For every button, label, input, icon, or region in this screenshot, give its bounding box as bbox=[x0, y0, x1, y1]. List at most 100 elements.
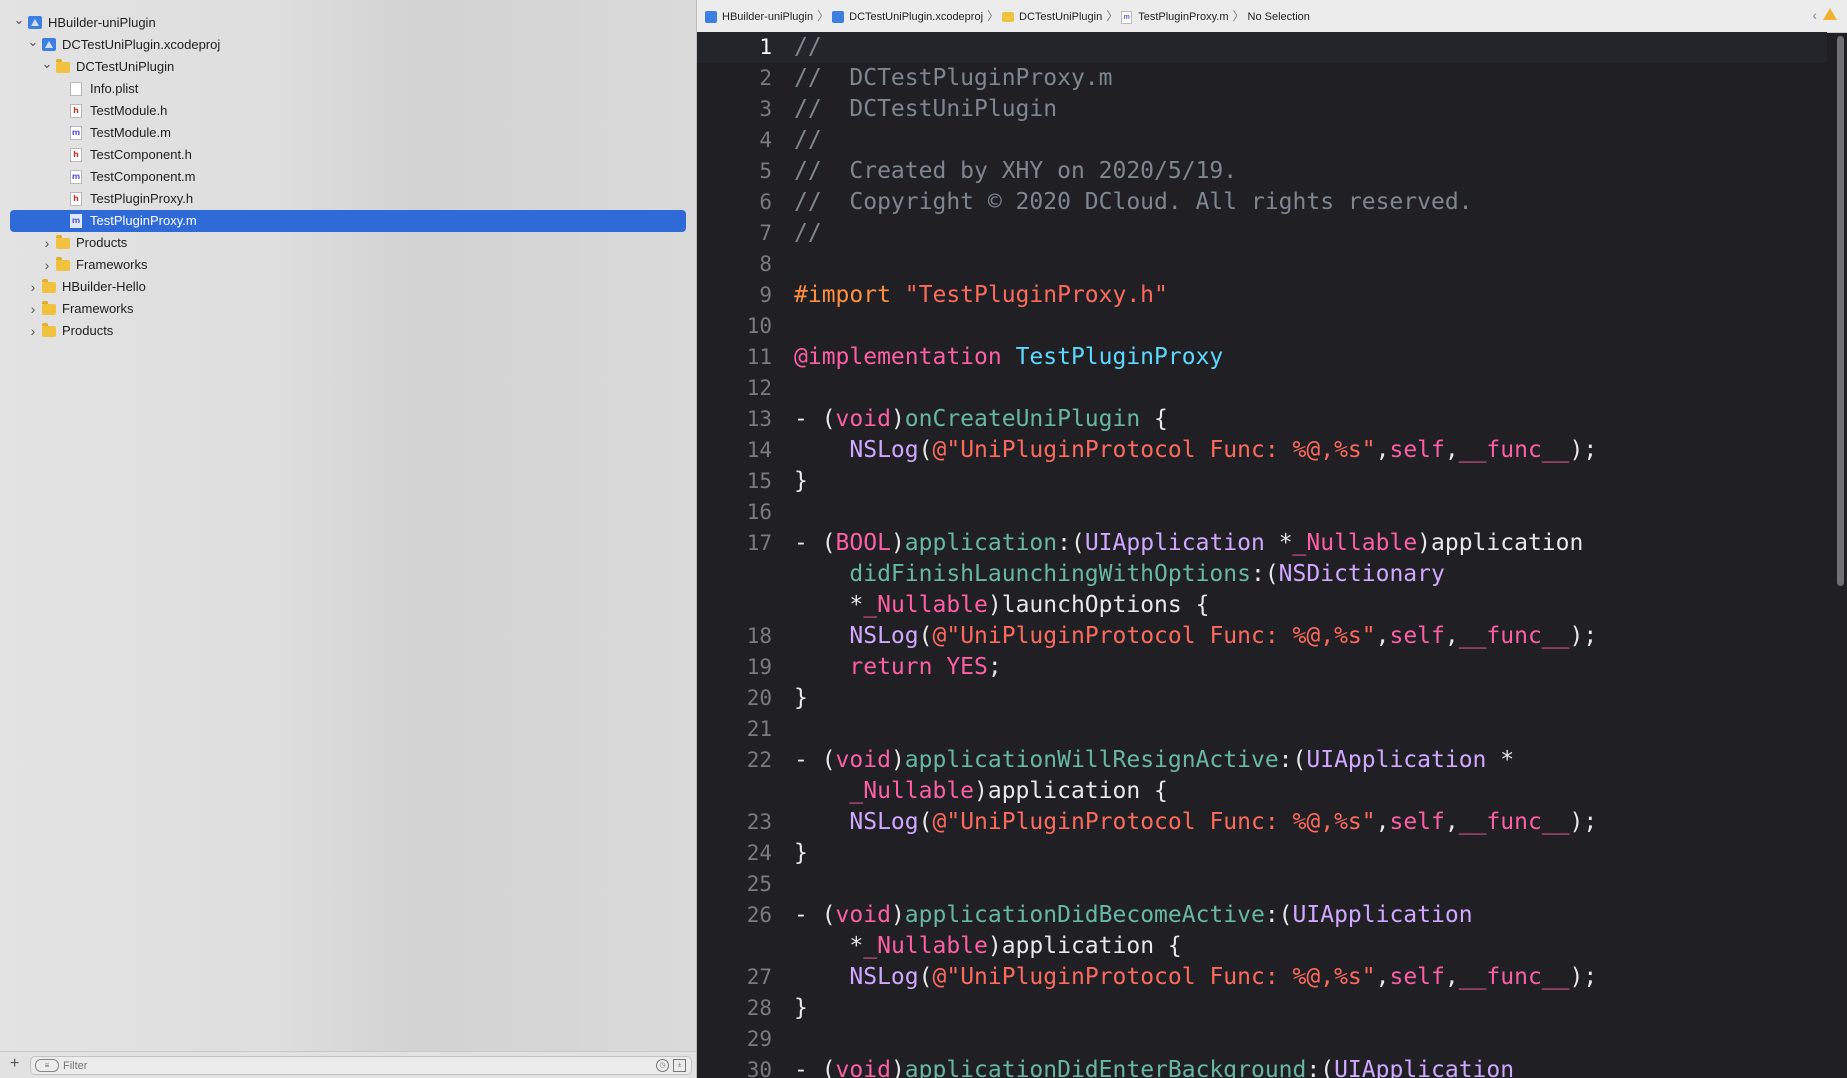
code-line[interactable]: 8 bbox=[697, 249, 1827, 280]
code-line[interactable]: 11 @implementation TestPluginProxy bbox=[697, 342, 1827, 373]
line-number[interactable]: 19 bbox=[697, 652, 772, 683]
line-number[interactable]: 18 bbox=[697, 621, 772, 652]
line-number[interactable]: 15 bbox=[697, 466, 772, 497]
chevron-right-icon[interactable]: › bbox=[26, 320, 40, 342]
navigator-item[interactable]: › Products bbox=[0, 232, 696, 254]
breadcrumb-item[interactable]: DCTestUniPlugin.xcodeproj bbox=[832, 1, 983, 33]
code-line[interactable]: 21 bbox=[697, 714, 1827, 745]
filter-input[interactable] bbox=[63, 1057, 623, 1074]
navigator-item[interactable]: ⌄ DCTestUniPlugin.xcodeproj bbox=[0, 34, 696, 56]
navigator-item[interactable]: ⌄ DCTestUniPlugin bbox=[0, 56, 696, 78]
warning-icon[interactable] bbox=[1823, 8, 1837, 20]
code-line[interactable]: 3 // DCTestUniPlugin bbox=[697, 94, 1827, 125]
filter-field[interactable]: ≡ ◷ ± bbox=[30, 1056, 692, 1075]
code-line[interactable]: 14 NSLog(@"UniPluginProtocol Func: %@,%s… bbox=[697, 435, 1827, 466]
chevron-right-icon[interactable]: › bbox=[26, 276, 40, 298]
code-line[interactable]: 25 bbox=[697, 869, 1827, 900]
chevron-right-icon[interactable]: › bbox=[40, 232, 54, 254]
code-line[interactable]: *_Nullable)application { bbox=[697, 931, 1827, 962]
line-number[interactable]: 17 bbox=[697, 528, 772, 559]
code-line[interactable]: 26 - (void)applicationDidBecomeActive:(UI… bbox=[697, 900, 1827, 931]
navigator-item[interactable]: Info.plist bbox=[0, 78, 696, 100]
line-number[interactable]: 7 bbox=[697, 218, 772, 249]
line-number[interactable]: 5 bbox=[697, 156, 772, 187]
navigator-item[interactable]: h TestPluginProxy.h bbox=[0, 188, 696, 210]
source-control-filter-icon[interactable]: ± bbox=[673, 1059, 686, 1072]
breadcrumb-item[interactable]: m TestPluginProxy.m bbox=[1121, 1, 1229, 33]
code-line[interactable]: 16 bbox=[697, 497, 1827, 528]
line-number[interactable]: 29 bbox=[697, 1024, 772, 1055]
filter-options-icon[interactable]: ≡ bbox=[35, 1059, 59, 1072]
navigator-item[interactable]: › Products bbox=[0, 320, 696, 342]
line-number[interactable]: 28 bbox=[697, 993, 772, 1024]
line-number[interactable]: 30 bbox=[697, 1055, 772, 1078]
line-number[interactable]: 21 bbox=[697, 714, 772, 745]
line-number[interactable]: 6 bbox=[697, 187, 772, 218]
code-line[interactable]: 20} bbox=[697, 683, 1827, 714]
line-number[interactable]: 8 bbox=[697, 249, 772, 280]
chevron-left-icon[interactable]: ‹ bbox=[1812, 7, 1817, 23]
breadcrumb-item[interactable]: HBuilder-uniPlugin bbox=[705, 1, 813, 33]
line-number[interactable]: 12 bbox=[697, 373, 772, 404]
chevron-right-icon[interactable]: › bbox=[40, 254, 54, 276]
code-line[interactable]: 22 - (void)applicationWillResignActive:(U… bbox=[697, 745, 1827, 776]
navigator-item[interactable]: › Frameworks bbox=[0, 298, 696, 320]
line-number[interactable]: 2 bbox=[697, 63, 772, 94]
code-line[interactable]: 28} bbox=[697, 993, 1827, 1024]
code-line[interactable]: *_Nullable)launchOptions { bbox=[697, 590, 1827, 621]
line-number[interactable]: 1 bbox=[697, 32, 772, 63]
navigator-item[interactable]: m TestModule.m bbox=[0, 122, 696, 144]
navigator-item[interactable]: › HBuilder-Hello bbox=[0, 276, 696, 298]
navigator-item[interactable]: m TestPluginProxy.m bbox=[0, 210, 696, 232]
line-number[interactable]: 14 bbox=[697, 435, 772, 466]
navigator-item[interactable]: h TestModule.h bbox=[0, 100, 696, 122]
line-number[interactable]: 10 bbox=[697, 311, 772, 342]
line-number[interactable]: 23 bbox=[697, 807, 772, 838]
code-line[interactable]: _Nullable)application { bbox=[697, 776, 1827, 807]
code-line[interactable]: 18 NSLog(@"UniPluginProtocol Func: %@,%s… bbox=[697, 621, 1827, 652]
line-number[interactable]: 3 bbox=[697, 94, 772, 125]
chevron-down-icon[interactable]: ⌄ bbox=[12, 12, 26, 34]
line-number[interactable]: 26 bbox=[697, 900, 772, 931]
breadcrumb-item[interactable]: DCTestUniPlugin bbox=[1002, 1, 1102, 33]
code-line[interactable]: 17- (BOOL)application:(UIApplication *_N… bbox=[697, 528, 1827, 559]
chevron-down-icon[interactable]: ⌄ bbox=[40, 56, 54, 78]
chevron-down-icon[interactable]: ⌄ bbox=[26, 34, 40, 56]
code-line[interactable]: 27 NSLog(@"UniPluginProtocol Func: %@,%s… bbox=[697, 962, 1827, 993]
line-number[interactable]: 24 bbox=[697, 838, 772, 869]
line-number[interactable]: 27 bbox=[697, 962, 772, 993]
line-number[interactable]: 16 bbox=[697, 497, 772, 528]
breadcrumb-item[interactable]: No Selection bbox=[1248, 1, 1310, 33]
code-line[interactable]: 4 // bbox=[697, 125, 1827, 156]
code-line[interactable]: 5 // Created by XHY on 2020/5/19. bbox=[697, 156, 1827, 187]
line-number[interactable]: 13 bbox=[697, 404, 772, 435]
navigator-item[interactable]: ⌄ HBuilder-uniPlugin bbox=[0, 12, 696, 34]
code-line[interactable]: 24} bbox=[697, 838, 1827, 869]
code-line[interactable]: 23 NSLog(@"UniPluginProtocol Func: %@,%s… bbox=[697, 807, 1827, 838]
code-line[interactable]: 10 bbox=[697, 311, 1827, 342]
chevron-right-icon[interactable]: › bbox=[26, 298, 40, 320]
add-file-button[interactable]: + bbox=[10, 1054, 19, 1074]
code-line[interactable]: 6 // Copyright © 2020 DCloud. All rights … bbox=[697, 187, 1827, 218]
code-line[interactable]: 7 // bbox=[697, 218, 1827, 249]
code-line[interactable]: 2 // DCTestPluginProxy.m bbox=[697, 63, 1827, 94]
line-number[interactable]: 20 bbox=[697, 683, 772, 714]
code-line[interactable]: 12 bbox=[697, 373, 1827, 404]
code-line[interactable]: 15} bbox=[697, 466, 1827, 497]
code-line[interactable]: 13 - (void)onCreateUniPlugin { bbox=[697, 404, 1827, 435]
navigator-item[interactable]: h TestComponent.h bbox=[0, 144, 696, 166]
navigator-item[interactable]: m TestComponent.m bbox=[0, 166, 696, 188]
line-number[interactable]: 11 bbox=[697, 342, 772, 373]
line-number[interactable]: 9 bbox=[697, 280, 772, 311]
recent-files-icon[interactable]: ◷ bbox=[656, 1059, 669, 1072]
line-number[interactable]: 22 bbox=[697, 745, 772, 776]
line-number[interactable]: 4 bbox=[697, 125, 772, 156]
code-line[interactable]: 19 return YES; bbox=[697, 652, 1827, 683]
code-line[interactable]: 30 - (void)applicationDidEnterBackground:… bbox=[697, 1055, 1827, 1078]
code-line[interactable]: 1 // bbox=[697, 32, 1827, 63]
code-line[interactable]: 9 #import "TestPluginProxy.h" bbox=[697, 280, 1827, 311]
navigator-item[interactable]: › Frameworks bbox=[0, 254, 696, 276]
editor-scrollbar[interactable] bbox=[1837, 36, 1844, 586]
code-line[interactable]: didFinishLaunchingWithOptions:(NSDiction… bbox=[697, 559, 1827, 590]
code-line[interactable]: 29 bbox=[697, 1024, 1827, 1055]
